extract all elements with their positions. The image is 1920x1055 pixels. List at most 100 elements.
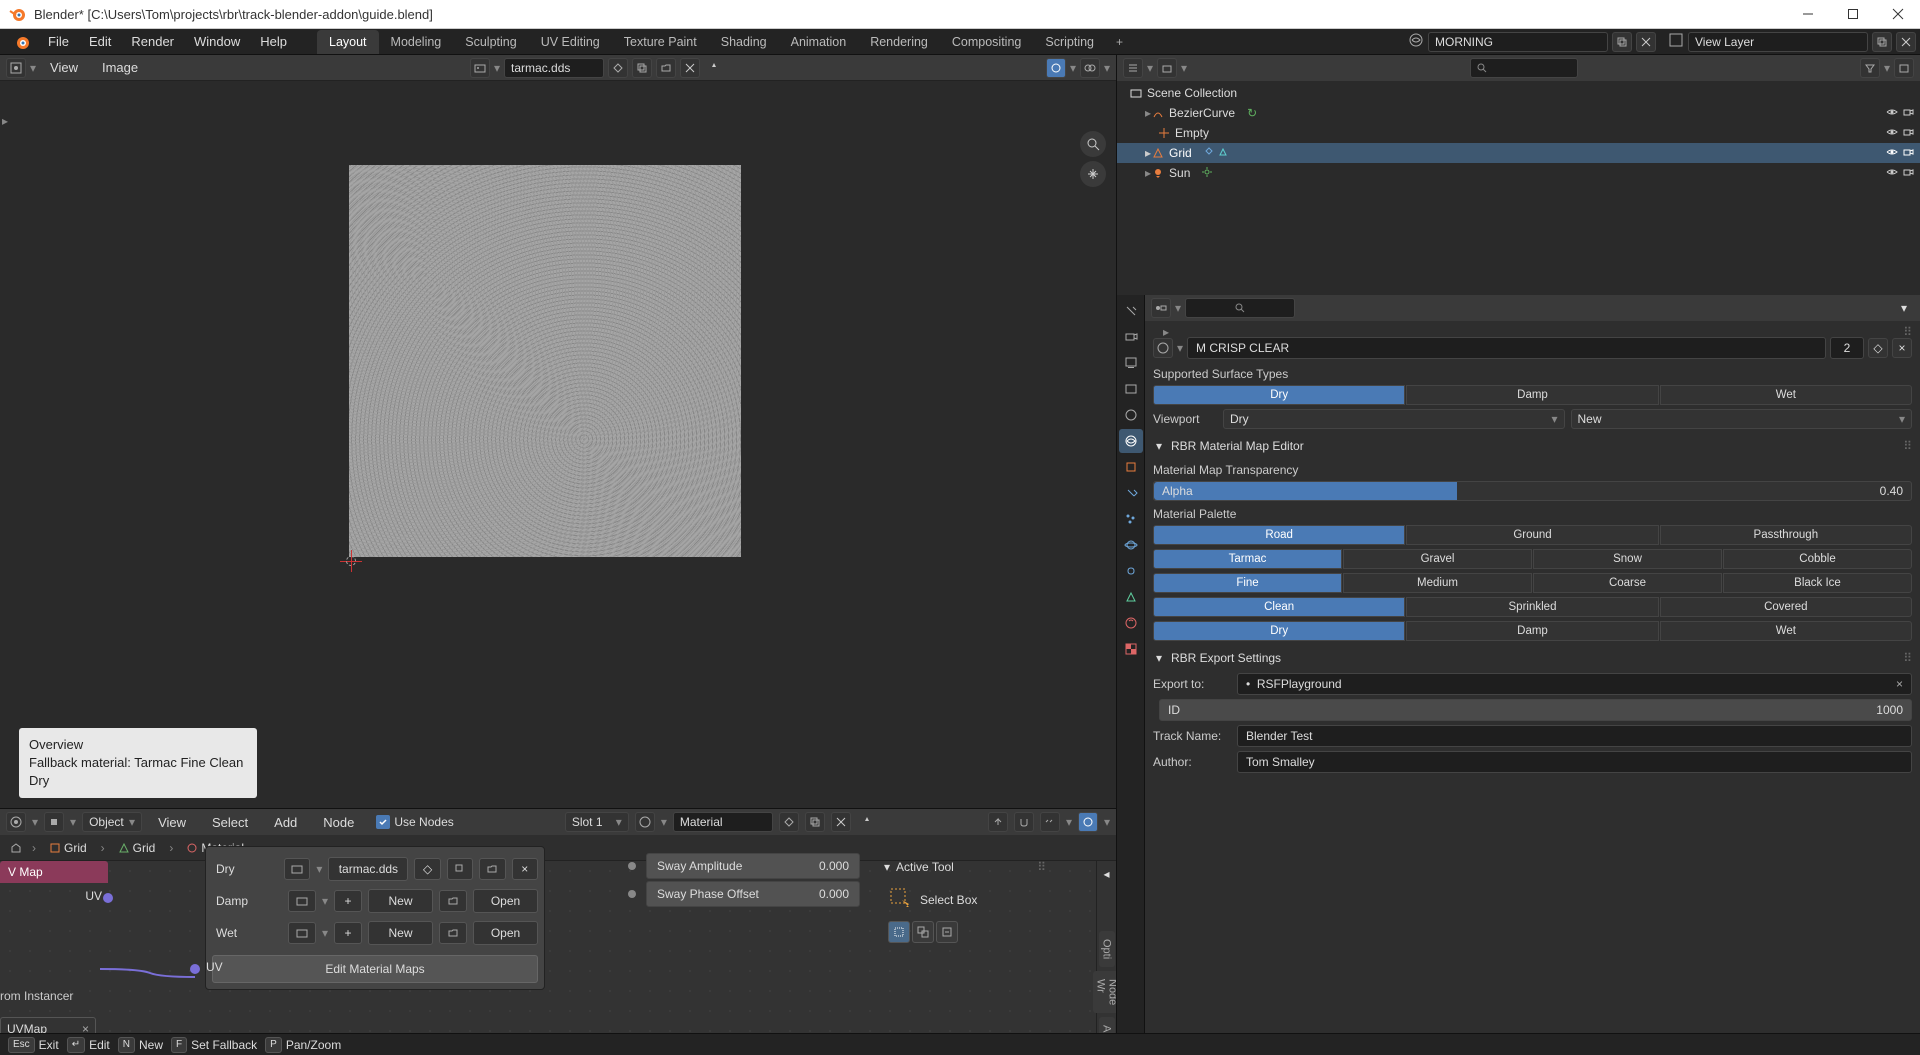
- tab-shading[interactable]: Shading: [709, 30, 779, 54]
- tab-animation[interactable]: Animation: [779, 30, 859, 54]
- material-new-button[interactable]: [805, 812, 825, 832]
- palette-coarse[interactable]: Coarse: [1533, 573, 1722, 593]
- palette-road[interactable]: Road: [1153, 525, 1405, 545]
- map-wet-browse[interactable]: [288, 922, 316, 944]
- ptab-viewlayer[interactable]: [1119, 377, 1143, 401]
- new-collection-button[interactable]: [1894, 58, 1914, 78]
- uv-map-node[interactable]: V Map UV: [0, 861, 108, 895]
- node-menu-node[interactable]: Node: [313, 812, 364, 833]
- node-overlay-dropdown[interactable]: [1040, 812, 1060, 832]
- sway-node[interactable]: Sway Amplitude0.000 Sway Phase Offset0.0…: [646, 851, 860, 909]
- palette-damp[interactable]: Damp: [1406, 621, 1658, 641]
- node-parent-button[interactable]: [988, 812, 1008, 832]
- surface-wet[interactable]: Wet: [1660, 385, 1912, 405]
- ptab-physics[interactable]: [1119, 533, 1143, 557]
- overlay-toggle[interactable]: [1080, 58, 1100, 78]
- track-name-field[interactable]: Blender Test: [1237, 725, 1912, 747]
- surface-dry[interactable]: Dry: [1153, 385, 1405, 405]
- bread-object[interactable]: Grid: [42, 839, 95, 857]
- world-unlink-button[interactable]: ×: [1892, 338, 1912, 358]
- gizmo-toggle[interactable]: [1046, 58, 1066, 78]
- map-damp-new-button[interactable]: New: [368, 889, 433, 913]
- image-browse-dropdown[interactable]: [470, 58, 490, 78]
- node-editor-type-dropdown[interactable]: [6, 812, 26, 832]
- image-menu-image[interactable]: Image: [92, 57, 148, 78]
- uvmap-selector[interactable]: UVMap×: [0, 1017, 96, 1033]
- outliner-type-dropdown[interactable]: [1123, 58, 1143, 78]
- eye-icon[interactable]: [1886, 106, 1898, 121]
- world-fake-user-button[interactable]: ◇: [1868, 338, 1888, 358]
- world-name-field[interactable]: M CRISP CLEAR: [1187, 337, 1826, 359]
- palette-dry[interactable]: Dry: [1153, 621, 1405, 641]
- node-snap-button[interactable]: [1014, 812, 1034, 832]
- viewport-dropdown[interactable]: Dry▾: [1223, 409, 1565, 429]
- map-wet-folder[interactable]: [439, 922, 467, 944]
- ptab-world[interactable]: [1119, 429, 1143, 453]
- ptab-output[interactable]: [1119, 351, 1143, 375]
- image-fake-user-button[interactable]: [608, 58, 628, 78]
- tab-uv-editing[interactable]: UV Editing: [529, 30, 612, 54]
- tree-grid[interactable]: ▸ Grid: [1117, 143, 1920, 163]
- ptab-constraints[interactable]: [1119, 559, 1143, 583]
- properties-search[interactable]: [1185, 298, 1295, 318]
- select-set-button[interactable]: [888, 921, 910, 943]
- image-canvas[interactable]: ▸ Overview Fallback material: Tarmac Fin…: [0, 81, 1116, 808]
- map-dry-fake-user[interactable]: ◇: [414, 858, 440, 880]
- viewlayer-icon[interactable]: [1668, 32, 1684, 51]
- ptab-object[interactable]: [1119, 455, 1143, 479]
- ptab-render[interactable]: [1119, 325, 1143, 349]
- sidebar-tab-arra[interactable]: Arra: [1099, 1017, 1115, 1033]
- eye-icon[interactable]: [1886, 146, 1898, 161]
- map-dry-copy[interactable]: [447, 858, 473, 880]
- tree-bezier[interactable]: ▸ BezierCurve ↻: [1117, 103, 1920, 123]
- image-name-field[interactable]: tarmac.dds: [504, 58, 604, 78]
- ptab-texture[interactable]: [1119, 637, 1143, 661]
- palette-sprinkled[interactable]: Sprinkled: [1406, 597, 1658, 617]
- viewlayer-new-button[interactable]: [1872, 32, 1892, 52]
- tab-compositing[interactable]: Compositing: [940, 30, 1033, 54]
- image-pin-button[interactable]: [704, 58, 724, 78]
- uv-output-socket[interactable]: [103, 893, 113, 903]
- tab-sculpting[interactable]: Sculpting: [453, 30, 528, 54]
- pan-button[interactable]: [1080, 161, 1106, 187]
- select-extend-button[interactable]: [912, 921, 934, 943]
- props-nav-up[interactable]: ▸: [1163, 325, 1169, 339]
- node-gizmo-button[interactable]: [1078, 812, 1098, 832]
- map-damp-folder[interactable]: [439, 890, 467, 912]
- eye-icon[interactable]: [1886, 166, 1898, 181]
- map-wet-add[interactable]: +: [334, 922, 362, 944]
- panel-export-header[interactable]: ▾RBR Export Settings⠿: [1153, 647, 1912, 669]
- viewport-new-dropdown[interactable]: New▾: [1571, 409, 1913, 429]
- palette-gravel[interactable]: Gravel: [1343, 549, 1532, 569]
- material-maps-node[interactable]: Dry ▾ tarmac.dds ◇ × Damp ▾ +: [205, 846, 545, 990]
- material-name-field[interactable]: Material: [673, 812, 773, 832]
- map-damp-open-button[interactable]: Open: [473, 889, 538, 913]
- props-options-button[interactable]: ▾: [1894, 298, 1914, 318]
- map-dry-unlink[interactable]: ×: [512, 858, 538, 880]
- sway-phase-field[interactable]: Sway Phase Offset0.000: [646, 881, 860, 907]
- shader-type-dropdown[interactable]: [44, 812, 64, 832]
- image-open-button[interactable]: [656, 58, 676, 78]
- id-field[interactable]: ID1000: [1159, 699, 1912, 721]
- palette-covered[interactable]: Covered: [1660, 597, 1912, 617]
- menu-render[interactable]: Render: [121, 31, 184, 52]
- node-menu-add[interactable]: Add: [264, 812, 307, 833]
- palette-wet[interactable]: Wet: [1660, 621, 1912, 641]
- palette-clean[interactable]: Clean: [1153, 597, 1405, 617]
- outliner-tree[interactable]: Scene Collection ▸ BezierCurve ↻ Empty ▸: [1117, 81, 1920, 295]
- image-unlink-button[interactable]: [680, 58, 700, 78]
- tab-scripting[interactable]: Scripting: [1033, 30, 1106, 54]
- world-users[interactable]: 2: [1830, 337, 1864, 359]
- palette-snow[interactable]: Snow: [1533, 549, 1722, 569]
- close-button[interactable]: [1875, 0, 1920, 29]
- editor-type-dropdown[interactable]: [6, 58, 26, 78]
- minimize-button[interactable]: [1785, 0, 1830, 29]
- editor-dropdown-chevron[interactable]: ▾: [30, 61, 36, 75]
- scene-delete-button[interactable]: [1636, 32, 1656, 52]
- maximize-button[interactable]: [1830, 0, 1875, 29]
- palette-passthrough[interactable]: Passthrough: [1660, 525, 1912, 545]
- alpha-slider[interactable]: Alpha 0.40: [1153, 481, 1912, 501]
- eye-icon[interactable]: [1886, 126, 1898, 141]
- viewlayer-delete-button[interactable]: [1896, 32, 1916, 52]
- palette-fine[interactable]: Fine: [1153, 573, 1342, 593]
